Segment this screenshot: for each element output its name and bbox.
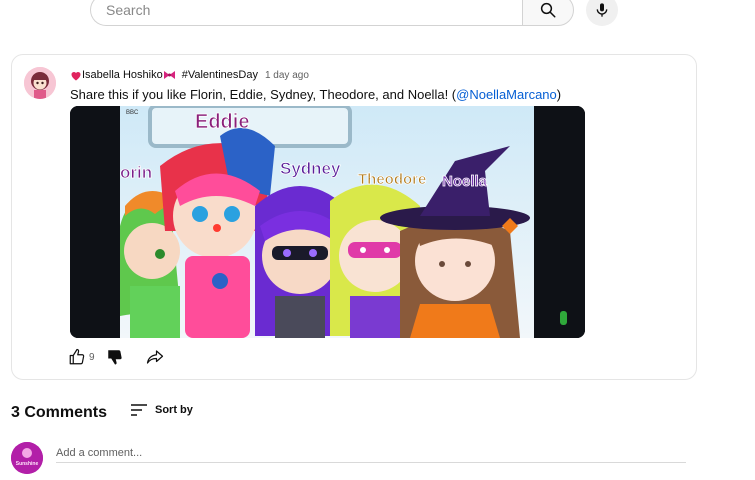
like-icon bbox=[69, 348, 85, 365]
post-image-illustration: BBC Eddie orin Sydney Theodore Noella bbox=[70, 106, 585, 338]
sort-icon bbox=[131, 404, 147, 416]
search-input[interactable] bbox=[104, 1, 522, 19]
label-eddie: Eddie bbox=[195, 111, 249, 133]
post-image[interactable]: BBC Eddie orin Sydney Theodore Noella bbox=[70, 106, 585, 338]
post-time[interactable]: 1 day ago bbox=[265, 70, 309, 81]
search-icon bbox=[540, 2, 556, 18]
post-hashtag[interactable]: #ValentinesDay bbox=[182, 69, 258, 81]
share-button[interactable] bbox=[146, 348, 166, 368]
author-avatar-image bbox=[24, 67, 56, 99]
sort-by-label: Sort by bbox=[155, 404, 193, 416]
sort-by-button[interactable]: Sort by bbox=[131, 402, 193, 418]
label-sydney: Sydney bbox=[280, 159, 341, 178]
post-text-suffix: ) bbox=[556, 87, 562, 102]
svg-text:Sunshine: Sunshine bbox=[16, 461, 39, 467]
add-comment-input[interactable] bbox=[56, 443, 686, 463]
mic-icon bbox=[596, 3, 608, 17]
like-button[interactable] bbox=[68, 348, 88, 368]
heart-icon bbox=[71, 71, 81, 80]
voice-search-button[interactable] bbox=[586, 0, 618, 26]
mention-link[interactable]: @NoellaMarcano bbox=[456, 87, 557, 102]
post-text-prefix: Share this if you like Florin, Eddie, Sy… bbox=[70, 87, 457, 102]
like-count: 9 bbox=[89, 352, 95, 363]
current-user-avatar-image: Sunshine bbox=[11, 442, 43, 474]
search-button[interactable] bbox=[522, 0, 574, 26]
comments-count: 3 Comments bbox=[11, 404, 108, 421]
dislike-icon bbox=[108, 350, 122, 365]
search-box[interactable] bbox=[90, 0, 522, 26]
label-theodore: Theodore bbox=[358, 171, 426, 188]
dislike-button[interactable] bbox=[106, 348, 126, 368]
current-user-avatar: Sunshine bbox=[11, 442, 43, 474]
bbc-watermark: BBC bbox=[126, 110, 139, 116]
author-name[interactable]: Isabella Hoshiko bbox=[82, 69, 163, 81]
label-noella: Noella bbox=[442, 173, 488, 190]
bow-icon bbox=[163, 71, 175, 79]
post-text: Share this if you like Florin, Eddie, Sy… bbox=[70, 87, 561, 102]
author-avatar[interactable] bbox=[24, 67, 56, 99]
post-header: Isabella Hoshiko #ValentinesDay 1 day ag… bbox=[70, 68, 309, 82]
label-florin: orin bbox=[120, 163, 152, 182]
share-icon bbox=[146, 350, 164, 364]
